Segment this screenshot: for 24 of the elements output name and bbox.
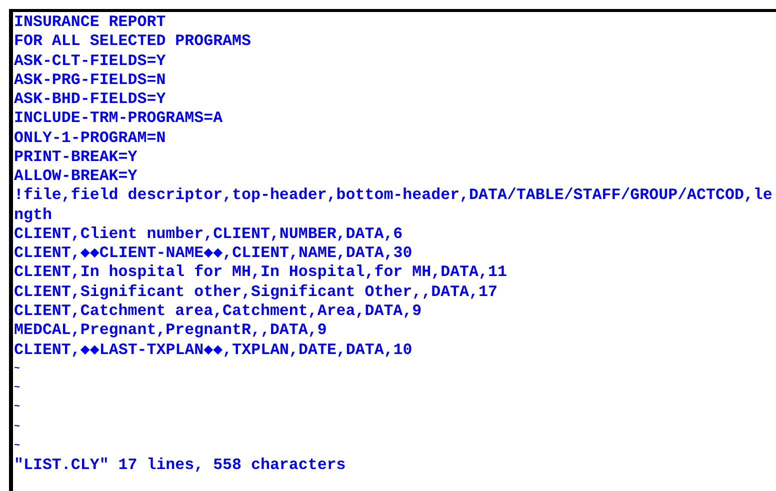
- text-line: ASK-CLT-FIELDS=Y: [14, 52, 167, 71]
- text-line: MEDCAL,Pregnant,PregnantR,,DATA,9: [14, 321, 328, 341]
- text-line: CLIENT,◆◆LAST-TXPLAN◆◆,TXPLAN,DATE,DATA,10: [14, 340, 414, 360]
- text-line: CLIENT,◆◆CLIENT-NAME◆◆,CLIENT,NAME,DATA,30: [14, 244, 414, 264]
- text-line: ngth: [14, 206, 53, 225]
- text-line: ALLOW-BREAK=Y: [14, 167, 138, 186]
- text-line: CLIENT,Significant other,Significant Other,,DATA,17: [14, 282, 498, 302]
- text-line: ASK-BHD-FIELDS=Y: [14, 90, 167, 110]
- text-line: !file,field descriptor,top-header,bottom-header,DATA/TABLE/STAFF/GROUP/ACTCOD,le: [14, 186, 774, 206]
- text-line: CLIENT,Catchment area,Catchment,Area,DATA,9: [14, 302, 423, 322]
- text-line: INSURANCE REPORT: [14, 13, 167, 32]
- tilde-marker: ~: [14, 362, 20, 377]
- text-line: ONLY-1-PROGRAM=N: [14, 128, 167, 148]
- status-line: "LIST.CLY" 17 lines, 558 characters: [14, 456, 347, 476]
- text-line: INCLUDE-TRM-PROGRAMS=A: [14, 109, 224, 129]
- tilde-marker: ~: [14, 440, 20, 454]
- text-line: PRINT-BREAK=Y: [14, 148, 138, 168]
- text-line: CLIENT,Client number,CLIENT,NUMBER,DATA,6: [14, 224, 404, 244]
- tilde-marker: ~: [14, 401, 20, 416]
- text-line: CLIENT,In hospital for MH,In Hospital,for MH,DATA,11: [14, 263, 508, 283]
- text-line: ASK-PRG-FIELDS=N: [14, 70, 167, 90]
- tilde-marker: ~: [14, 420, 20, 435]
- text-line: FOR ALL SELECTED PROGRAMS: [14, 32, 252, 52]
- tilde-marker: ~: [14, 382, 20, 396]
